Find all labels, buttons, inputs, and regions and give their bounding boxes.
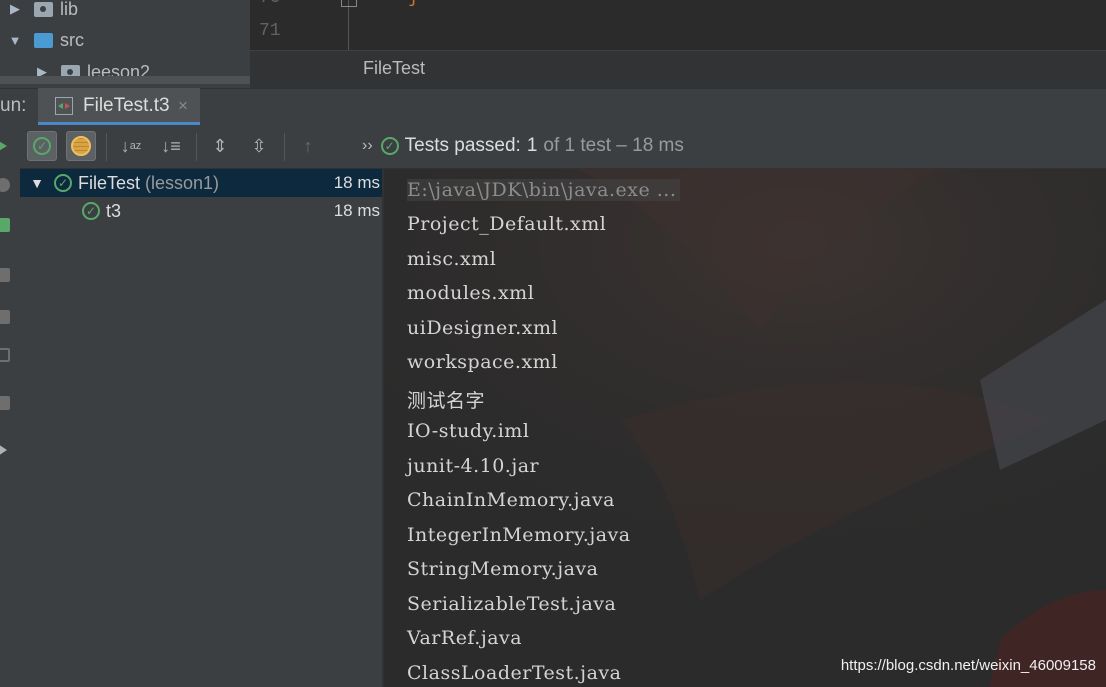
expand-all-icon: ⇕ (212, 135, 228, 156)
console-line: IntegerInMemory.java (407, 524, 631, 546)
collapse-all-button[interactable]: ⇳ (244, 131, 274, 161)
editor-gutter-separator (348, 0, 349, 50)
toolbar-separator (106, 133, 107, 161)
test-suite-name: FileTest (78, 172, 141, 193)
console-line: ChainInMemory.java (407, 489, 615, 511)
ignored-icon (71, 136, 91, 156)
console-command-line: E:\java\JDK\bin\java.exe ... (407, 179, 681, 201)
console-line: modules.xml (407, 282, 535, 304)
collapse-arrow-icon[interactable]: ▼ (8, 33, 22, 48)
collapse-arrow-icon[interactable]: ▼ (26, 175, 48, 191)
expand-all-button[interactable]: ⇕ (205, 131, 235, 161)
up-arrow-icon: ↑ (303, 135, 313, 156)
sort-by-duration-button[interactable]: ↓≡ (156, 131, 186, 161)
passed-check-icon: ✓ (33, 137, 51, 155)
toolbar-separator (196, 133, 197, 161)
tree-item-src[interactable]: ▼ src (8, 25, 84, 55)
console-line: ClassLoaderTest.java (407, 662, 622, 684)
collapse-all-icon: ⇳ (251, 135, 267, 156)
test-status: ›› ✓ Tests passed: 1 of 1 test – 18 ms (362, 134, 684, 158)
console-line: 测试名字 (407, 390, 486, 412)
code-editor[interactable]: 70 71 (250, 0, 1106, 50)
console-line: IO-study.iml (407, 420, 530, 442)
console-line: misc.xml (407, 248, 497, 270)
passed-check-icon: ✓ (54, 174, 72, 192)
pin-icon[interactable] (0, 444, 7, 456)
passed-check-icon: ✓ (380, 137, 399, 155)
tree-item-label: lib (60, 0, 79, 19)
run-config-icon (55, 97, 73, 115)
sort-alphabetically-button[interactable]: ↓ az (116, 131, 146, 161)
pause-icon[interactable] (0, 268, 10, 282)
tree-item-label: src (60, 29, 84, 50)
test-duration: 18 ms (333, 173, 380, 192)
console-line: StringMemory.java (407, 558, 599, 580)
folder-icon (34, 1, 53, 17)
test-suite-row[interactable]: ▼ ✓ FileTest (lesson1) 18 ms (20, 169, 382, 197)
status-count: 1 (526, 135, 538, 156)
previous-failed-button[interactable]: ↑ (293, 131, 323, 161)
more-icon[interactable]: ›› (362, 137, 373, 155)
project-tree-pane: ▶ lib ▼ src ▶ leeson2 (0, 0, 250, 88)
code-brace: } (408, 0, 419, 8)
show-ignored-button[interactable] (66, 131, 96, 161)
sort-duration-icon: ↓≡ (161, 135, 181, 156)
rerun-icon[interactable] (0, 140, 7, 152)
expand-arrow-icon[interactable]: ▶ (8, 1, 22, 17)
toolbar-separator (284, 133, 285, 161)
show-passed-button[interactable]: ✓ (27, 131, 57, 161)
sort-alpha-icon: ↓ (120, 135, 130, 156)
status-detail: of 1 test – 18 ms (543, 135, 684, 156)
stop-icon[interactable] (0, 178, 10, 192)
watermark: https://blog.csdn.net/weixin_46009158 (840, 657, 1096, 674)
test-suite-package: (lesson1) (145, 172, 220, 193)
source-folder-icon (34, 32, 53, 48)
test-case-name: t3 (106, 200, 122, 221)
run-tab-title[interactable]: FileTest.t3 (83, 95, 170, 117)
run-window-label: un: (0, 95, 27, 116)
console-line: workspace.xml (407, 351, 558, 373)
console-line: uiDesigner.xml (407, 317, 559, 339)
console-output[interactable]: E:\java\JDK\bin\java.exe ... Project_Def… (384, 169, 1106, 687)
line-number: 70 (259, 0, 281, 8)
console-line: VarRef.java (407, 627, 523, 649)
camera-icon[interactable] (0, 310, 10, 324)
rerun-failed-icon[interactable] (0, 218, 10, 232)
run-side-toolbar (0, 126, 21, 687)
test-case-row[interactable]: ✓ t3 18 ms (20, 197, 382, 225)
console-line: junit-4.10.jar (407, 455, 540, 477)
project-horizontal-scrollbar[interactable] (0, 76, 250, 84)
console-line: SerializableTest.java (407, 593, 617, 615)
fold-marker-icon[interactable] (341, 0, 357, 7)
status-label: Tests passed: (404, 135, 521, 156)
export-icon[interactable] (0, 348, 10, 362)
close-icon[interactable]: × (178, 96, 188, 116)
passed-check-icon: ✓ (82, 202, 100, 220)
test-results-tree (20, 169, 382, 687)
layout-icon[interactable] (0, 396, 10, 410)
tree-item-lib[interactable]: ▶ lib (8, 0, 78, 24)
test-duration: 18 ms (333, 201, 380, 220)
console-line: Project_Default.xml (407, 213, 607, 235)
line-number: 71 (259, 21, 281, 41)
breadcrumb[interactable]: FileTest (363, 58, 425, 79)
